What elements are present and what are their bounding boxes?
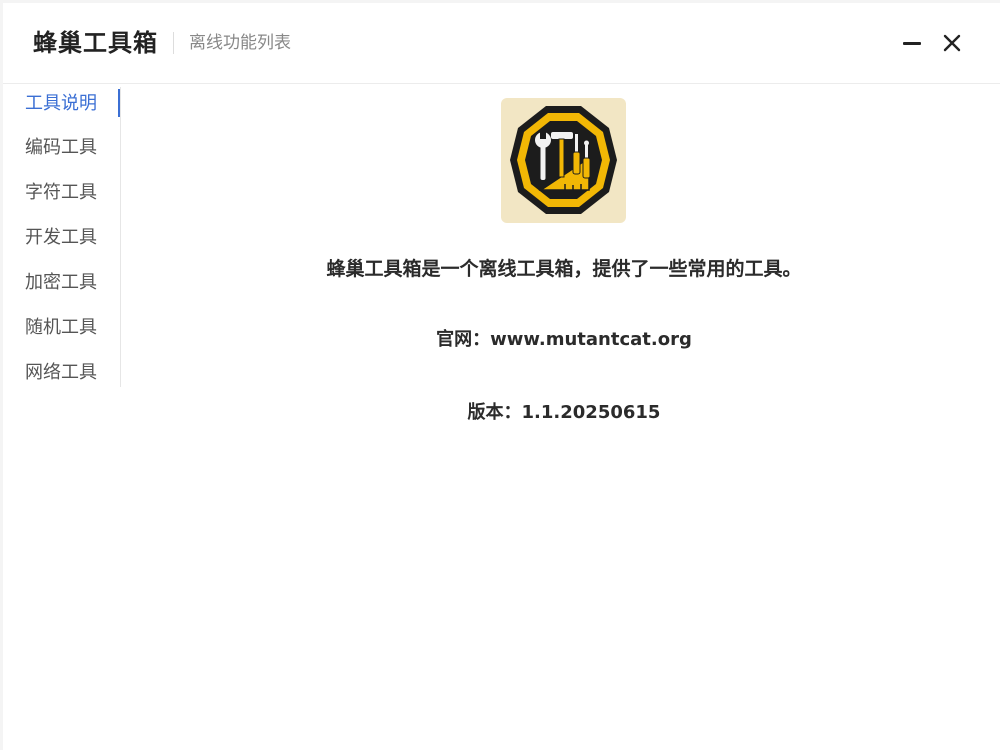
main-content: 蜂巢工具箱是一个离线工具箱，提供了一些常用的工具。 官网：www.mutantc… [121, 87, 1000, 750]
title-bar: 蜂巢工具箱 离线功能列表 [3, 3, 1000, 84]
app-subtitle: 离线功能列表 [189, 33, 291, 53]
app-version: 版本：1.1.20250615 [467, 402, 661, 423]
sidebar-item-string-tools[interactable]: 字符工具 [25, 178, 97, 208]
app-description: 蜂巢工具箱是一个离线工具箱，提供了一些常用的工具。 [326, 258, 802, 280]
official-website: 官网：www.mutantcat.org [436, 329, 692, 350]
sidebar-item-tool-intro[interactable]: 工具说明 [25, 89, 97, 119]
sidebar-item-dev-tools[interactable]: 开发工具 [25, 223, 97, 253]
sidebar-item-encoding-tools[interactable]: 编码工具 [25, 133, 97, 163]
close-icon [943, 34, 961, 52]
app-logo [501, 98, 626, 223]
active-tab-indicator [118, 89, 120, 117]
toolbox-badge-icon [510, 106, 617, 214]
sidebar-item-network-tools[interactable]: 网络工具 [25, 358, 97, 388]
sidebar-item-crypto-tools[interactable]: 加密工具 [25, 268, 97, 298]
minimize-button[interactable] [896, 27, 928, 59]
close-button[interactable] [936, 27, 968, 59]
minimize-icon [903, 41, 921, 45]
app-window: 蜂巢工具箱 离线功能列表 工具说明 编码工具 字符工具 开发工具 加密工具 随机… [3, 3, 1000, 750]
app-title: 蜂巢工具箱 [33, 29, 158, 57]
title-divider [173, 32, 174, 54]
sidebar-item-random-tools[interactable]: 随机工具 [25, 313, 97, 343]
sidebar-nav: 工具说明 编码工具 字符工具 开发工具 加密工具 随机工具 网络工具 [3, 87, 121, 387]
